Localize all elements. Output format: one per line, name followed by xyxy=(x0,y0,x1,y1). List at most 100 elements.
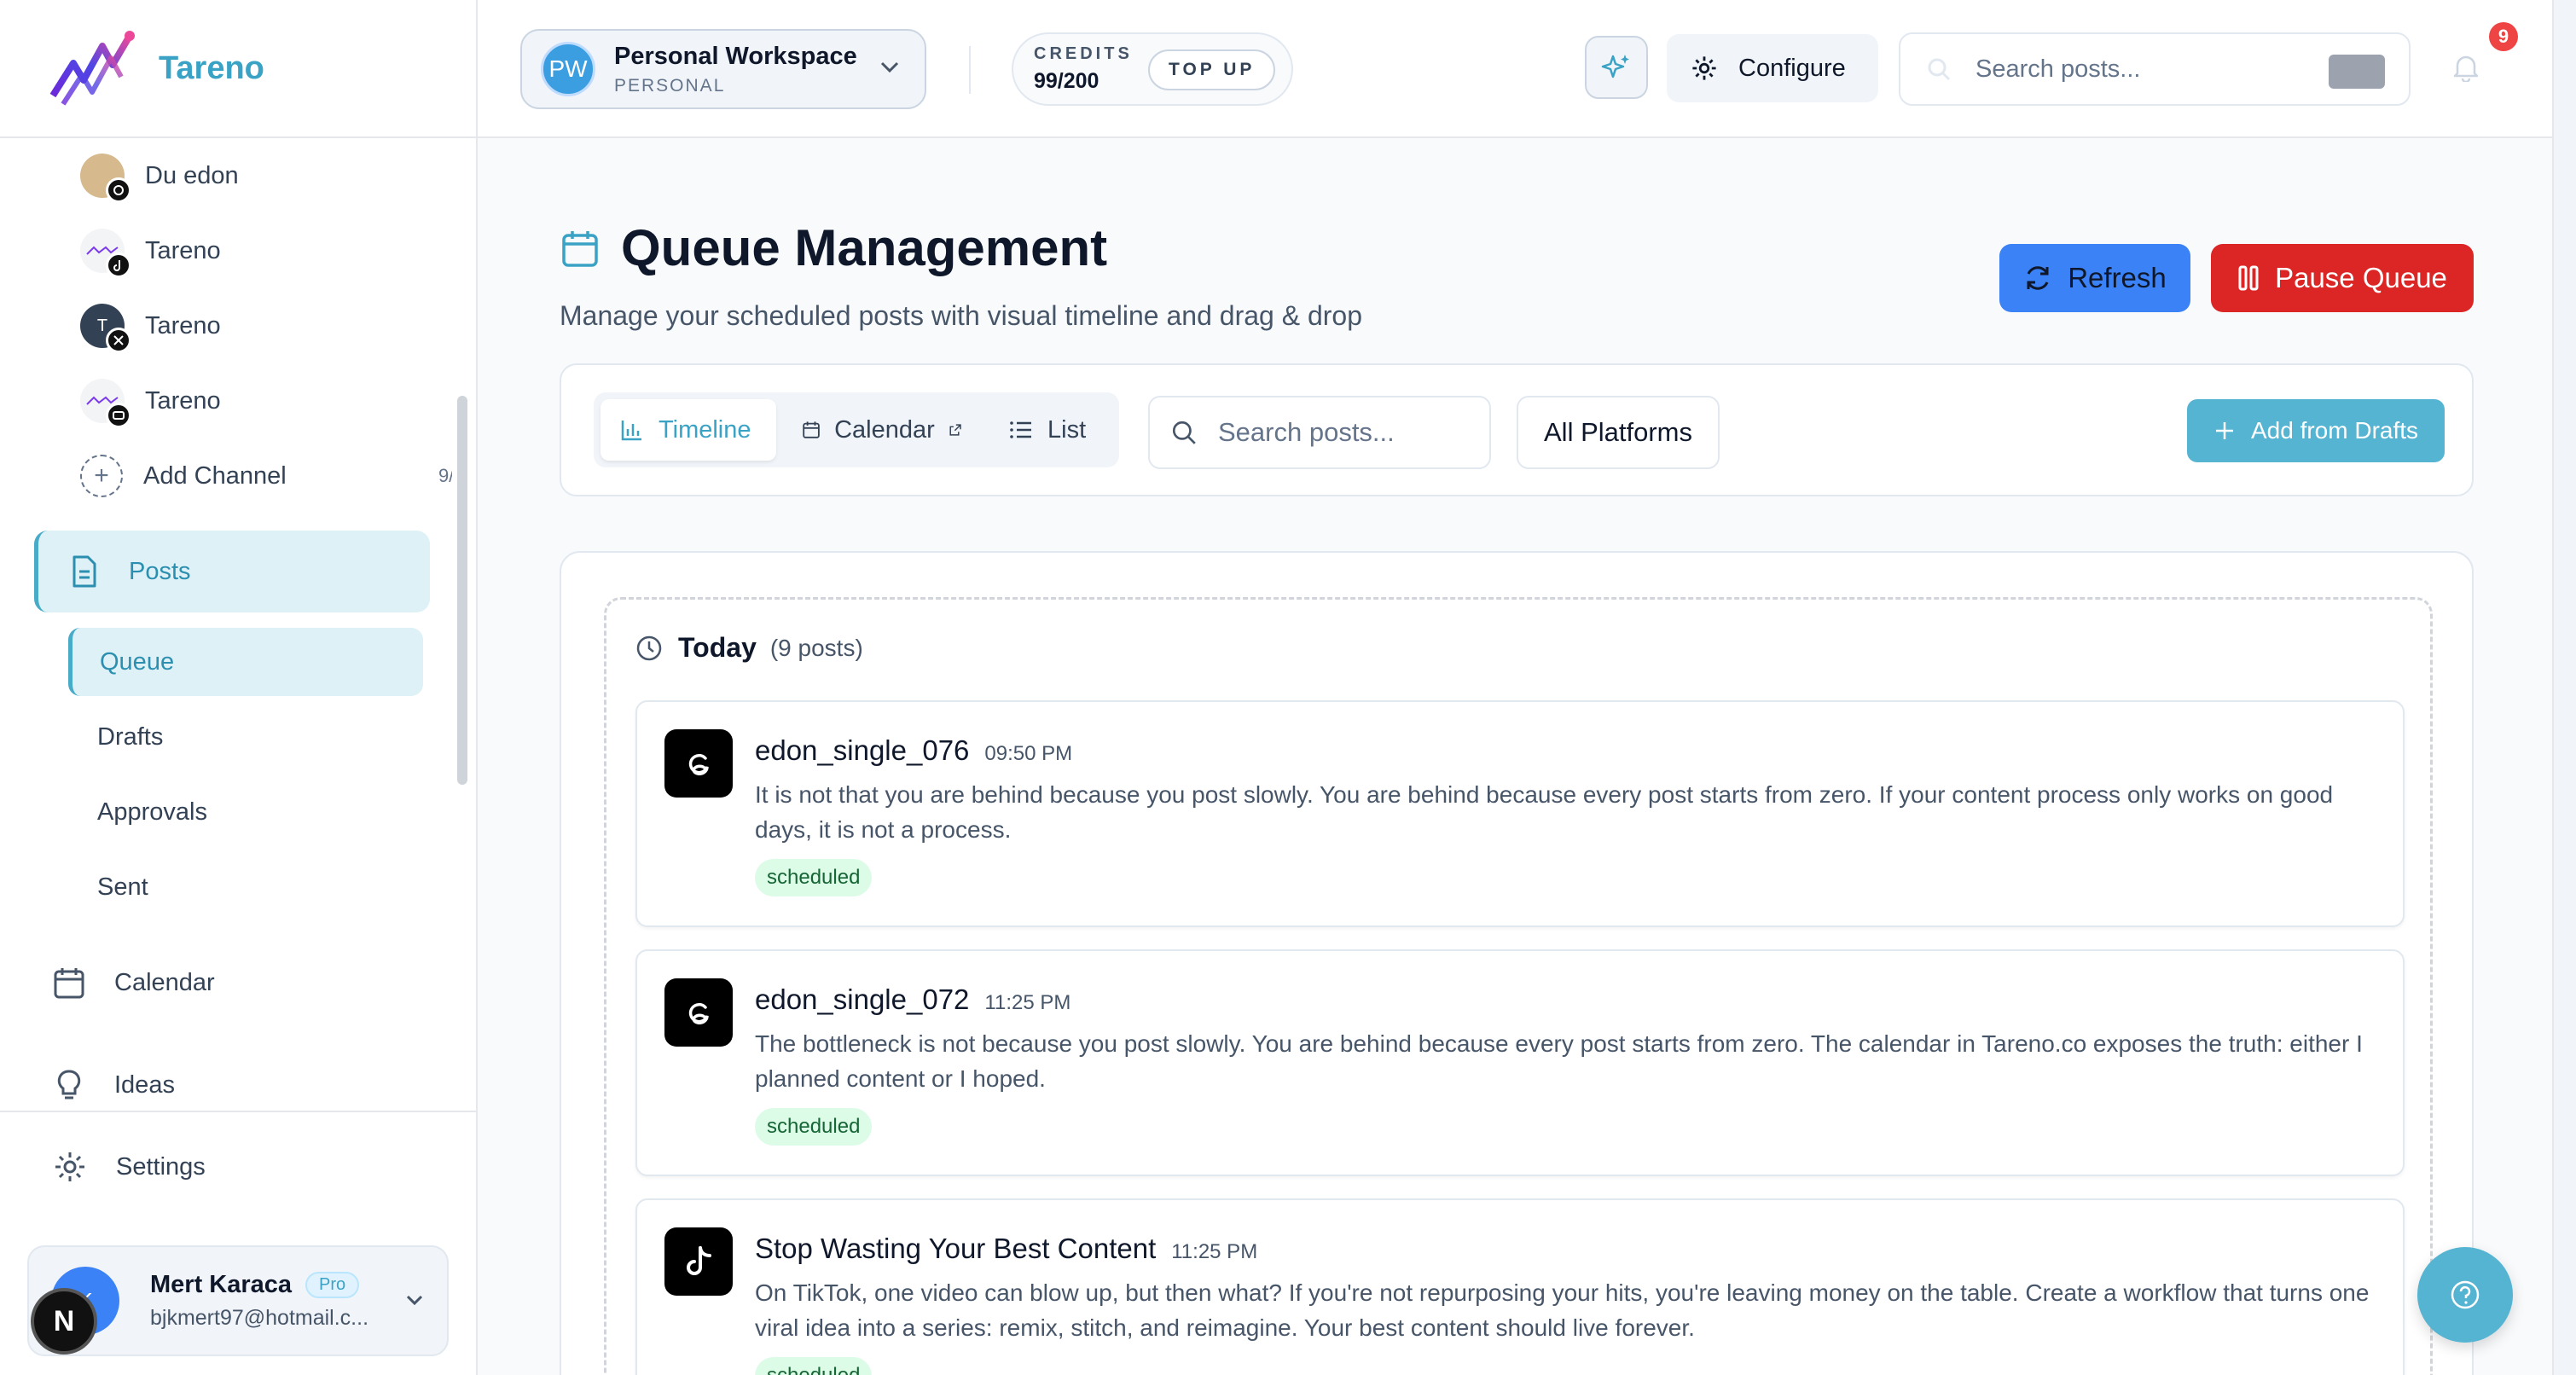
post-body: On TikTok, one video can blow up, but th… xyxy=(755,1279,2370,1341)
global-search-input[interactable]: Search posts... xyxy=(1899,32,2411,106)
sub-item-queue[interactable]: Queue xyxy=(68,628,423,696)
avatar xyxy=(80,229,131,278)
post-card[interactable]: edon_single_076 09:50 PM It is not that … xyxy=(635,700,2405,927)
configure-button[interactable]: Configure xyxy=(1667,34,1878,102)
nav-settings[interactable]: Settings xyxy=(53,1141,206,1192)
pause-queue-button[interactable]: Pause Queue xyxy=(2211,244,2474,312)
channel-name: Tareno xyxy=(145,311,221,339)
bar-chart-icon xyxy=(621,421,641,441)
threads-icon xyxy=(664,978,733,1047)
channel-name: Du edon xyxy=(145,161,239,189)
help-button[interactable] xyxy=(2417,1247,2513,1343)
tab-calendar[interactable]: Calendar xyxy=(783,399,981,461)
plus-icon xyxy=(2215,422,2233,439)
post-search-input[interactable]: Search posts... xyxy=(1148,396,1491,469)
queue-toolbar: Timeline Calendar List Search posts... A… xyxy=(560,363,2474,496)
x-icon xyxy=(106,328,131,353)
tab-label: Calendar xyxy=(834,415,935,444)
page-subtitle: Manage your scheduled posts with visual … xyxy=(560,300,1362,331)
youtube-icon xyxy=(106,403,131,428)
user-name: Mert Karaca xyxy=(150,1271,293,1298)
search-icon xyxy=(1172,421,1196,444)
sub-item-sent[interactable]: Sent xyxy=(68,853,423,921)
workspace-type: PERSONAL xyxy=(614,75,726,96)
divider xyxy=(969,46,971,94)
search-placeholder: Search posts... xyxy=(1218,417,1395,447)
post-time: 11:25 PM xyxy=(1171,1240,1258,1263)
tareno-logo-icon xyxy=(49,31,135,106)
refresh-button[interactable]: Refresh xyxy=(1999,244,2190,312)
tab-list[interactable]: List xyxy=(989,399,1109,461)
gear-icon xyxy=(1692,56,1716,80)
tab-label: Timeline xyxy=(659,415,751,444)
day-title: Today xyxy=(678,632,757,663)
clock-icon xyxy=(636,635,662,660)
window-edge xyxy=(2552,0,2576,1375)
channel-name: Tareno xyxy=(145,386,221,415)
view-tabs: Timeline Calendar List xyxy=(594,392,1119,467)
post-card[interactable]: Stop Wasting Your Best Content 11:25 PM … xyxy=(635,1198,2405,1375)
day-header: Today (9 posts) xyxy=(635,632,863,664)
platform-filter-select[interactable]: All Platforms xyxy=(1517,396,1720,469)
plan-badge: Pro xyxy=(305,1272,360,1298)
sub-item-approvals[interactable]: Approvals xyxy=(68,778,423,846)
status-badge: scheduled xyxy=(755,1108,873,1146)
sparkles-icon xyxy=(1601,55,1629,78)
post-body: The bottleneck is not because you post s… xyxy=(755,1030,2363,1092)
post-body: It is not that you are behind because yo… xyxy=(755,781,2334,843)
avatar xyxy=(80,154,131,203)
search-icon xyxy=(1928,58,1951,81)
credits-label: CREDITS xyxy=(1034,44,1133,63)
notification-count: 9 xyxy=(2489,22,2518,51)
chevron-down-icon xyxy=(406,1295,423,1306)
user-email: bjkmert97@hotmail.c... xyxy=(150,1306,369,1330)
bell-icon[interactable] xyxy=(2453,53,2479,82)
tab-timeline[interactable]: Timeline xyxy=(600,399,776,461)
post-card[interactable]: edon_single_072 11:25 PM The bottleneck … xyxy=(635,949,2405,1176)
help-icon xyxy=(2451,1280,2480,1309)
nav-calendar-label: Calendar xyxy=(114,968,215,996)
channel-item[interactable]: T Tareno xyxy=(80,300,221,353)
nav-posts[interactable]: Posts xyxy=(34,531,430,612)
calendar-icon xyxy=(54,968,84,999)
workspace-selector[interactable]: PW Personal Workspace PERSONAL xyxy=(520,29,926,109)
chevron-down-icon xyxy=(880,61,899,73)
n-badge[interactable]: N xyxy=(31,1288,97,1355)
post-title: edon_single_076 xyxy=(755,734,970,766)
post-title: Stop Wasting Your Best Content xyxy=(755,1233,1157,1264)
top-up-button[interactable]: TOP UP xyxy=(1148,49,1276,90)
add-from-drafts-button[interactable]: Add from Drafts xyxy=(2187,399,2445,462)
workspace-avatar: PW xyxy=(541,42,595,96)
search-placeholder: Search posts... xyxy=(1976,55,2141,83)
gear-icon xyxy=(55,1152,84,1181)
sidebar-scrollbar[interactable] xyxy=(457,396,467,785)
channel-item[interactable]: Tareno xyxy=(80,375,221,428)
channel-item[interactable]: Du edon xyxy=(80,150,239,203)
nav-calendar[interactable]: Calendar xyxy=(53,957,215,1008)
add-from-drafts-label: Add from Drafts xyxy=(2250,417,2419,444)
page-title: Queue Management xyxy=(621,219,1108,276)
nav-settings-label: Settings xyxy=(116,1152,206,1181)
document-icon xyxy=(73,555,96,588)
avatar xyxy=(80,379,131,428)
add-channel-button[interactable]: + Add Channel 9/15 xyxy=(80,450,452,502)
nav-ideas[interactable]: Ideas xyxy=(53,1059,175,1111)
external-link-icon xyxy=(949,424,961,436)
post-time: 09:50 PM xyxy=(984,742,1073,765)
top-header: PW Personal Workspace PERSONAL CREDITS 9… xyxy=(478,0,2552,138)
threads-icon xyxy=(664,729,733,798)
avatar: T xyxy=(80,304,131,353)
post-title: edon_single_072 xyxy=(755,983,970,1015)
channel-item[interactable]: Tareno xyxy=(80,225,221,278)
sub-item-drafts[interactable]: Drafts xyxy=(68,703,423,771)
plus-icon: + xyxy=(80,455,123,497)
refresh-icon xyxy=(2027,266,2049,290)
keyboard-shortcut-hint xyxy=(2329,55,2385,89)
channel-name: Tareno xyxy=(145,236,221,264)
brand[interactable]: Tareno xyxy=(0,0,476,138)
credits-value: 99/200 xyxy=(1034,69,1099,93)
calendar-icon xyxy=(803,421,820,438)
tiktok-icon xyxy=(106,252,131,278)
credits-widget: CREDITS 99/200 TOP UP xyxy=(1012,32,1293,106)
ai-assistant-button[interactable] xyxy=(1585,36,1648,99)
